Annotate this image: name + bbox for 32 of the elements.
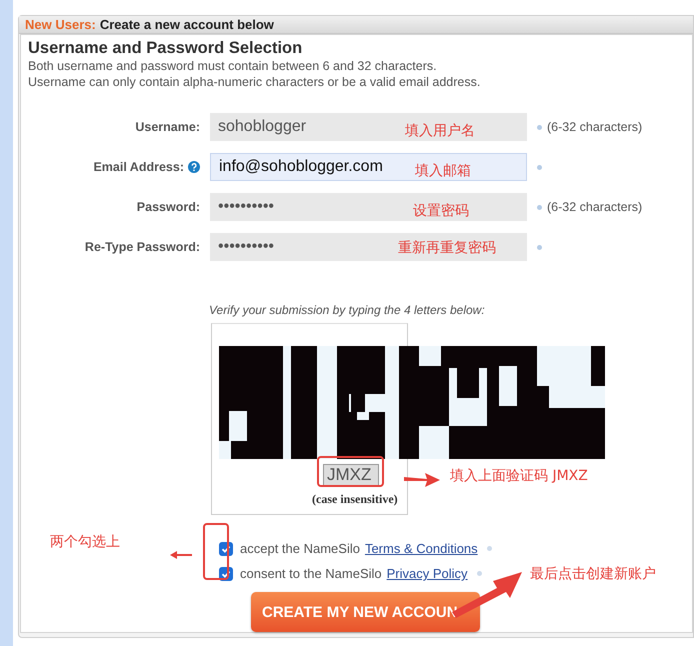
required-icon <box>486 546 492 551</box>
header-title: Create a new account below <box>100 17 274 32</box>
field-label: Email Address: <box>93 160 184 174</box>
section-note: Username can only contain alpha-numeric characters or be a valid email address. <box>28 74 482 90</box>
agreement-text: accept the NameSilo <box>240 541 360 556</box>
agreement-text: consent to the NameSilo <box>240 566 382 581</box>
highlight-frame <box>203 523 229 580</box>
captcha-prompt: Verify your submission by typing the 4 letters below: <box>209 303 486 317</box>
annotation-text: 设置密码 <box>413 202 469 220</box>
arrow-icon <box>403 470 441 488</box>
field-hint: (6-32 characters) <box>547 120 642 134</box>
annotation-text: 填入上面验证码 JMXZ <box>450 467 588 485</box>
captcha-field[interactable]: JMXZ <box>323 464 379 486</box>
section-note: Both username and password must contain between 6 and 32 characters. <box>28 58 438 74</box>
highlight-frame <box>317 456 384 487</box>
section-heading: Username and Password Selection <box>28 39 304 58</box>
help-icon[interactable] <box>188 161 200 173</box>
required-icon <box>476 571 482 576</box>
agreement-link[interactable]: Terms & Conditions <box>364 541 478 556</box>
annotation-text: 填入用户名 <box>405 122 475 140</box>
header-prefix: New Users: <box>25 17 96 32</box>
annotation-text: 最后点击创建新账户 <box>530 565 656 583</box>
captcha-note: (case insensitive) <box>312 492 398 507</box>
agreement-link[interactable]: Privacy Policy <box>386 566 468 581</box>
annotation-text: 两个勾选上 <box>50 533 120 551</box>
annotation-text: 重新再重复密码 <box>398 239 496 257</box>
arrow-icon <box>170 550 192 560</box>
field-hint: (6-32 characters) <box>547 200 642 214</box>
annotation-text: 填入邮箱 <box>415 162 471 180</box>
field-label: Re-Type Password: <box>84 240 200 254</box>
field-label: Password: <box>136 200 200 214</box>
field-label: Username: <box>135 120 200 134</box>
